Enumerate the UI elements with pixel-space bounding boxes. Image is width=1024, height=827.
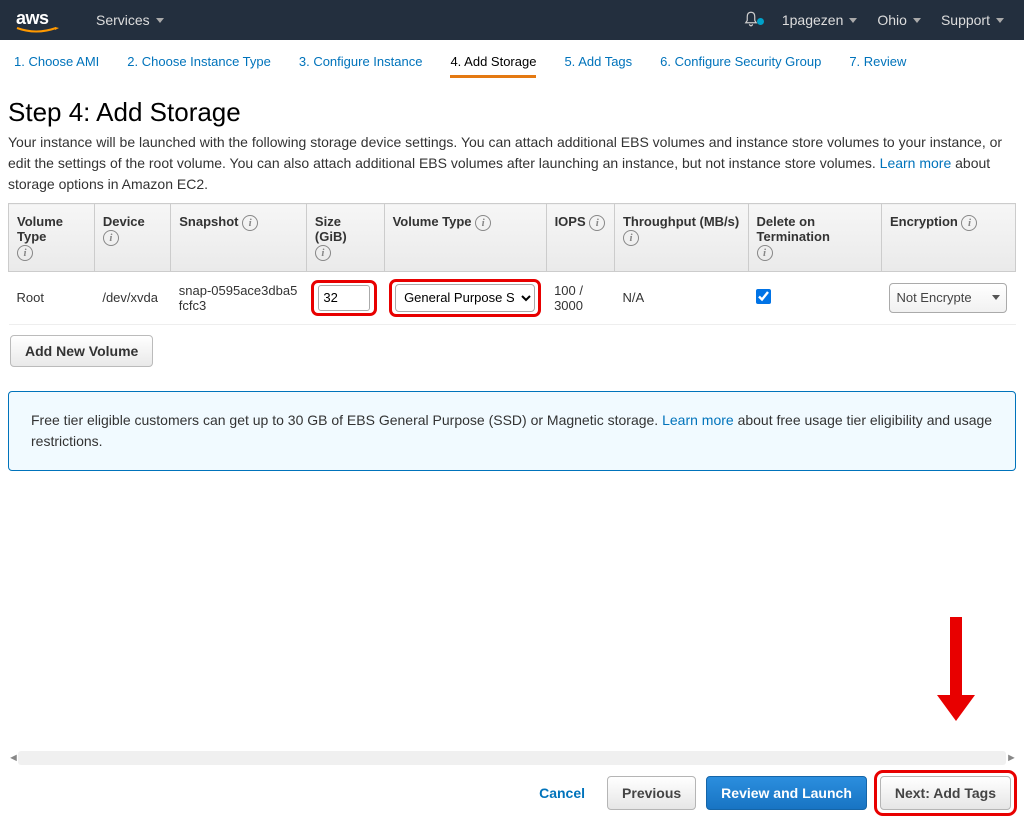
info-icon[interactable]: i: [475, 215, 491, 231]
previous-button[interactable]: Previous: [607, 776, 696, 810]
account-label: 1pagezen: [782, 12, 844, 28]
info-icon[interactable]: i: [103, 230, 119, 246]
wizard-step-5[interactable]: 5. Add Tags: [564, 54, 632, 78]
caret-down-icon: [913, 18, 921, 23]
cell-voltype: Root: [9, 271, 95, 324]
col-volume-type: Volume Typei: [9, 204, 95, 272]
notifications-button[interactable]: [730, 10, 772, 31]
caret-down-icon: [996, 18, 1004, 23]
caret-down-icon: [992, 295, 1000, 300]
wizard-step-6[interactable]: 6. Configure Security Group: [660, 54, 821, 78]
cell-size: [306, 271, 384, 324]
page-title: Step 4: Add Storage: [8, 97, 1016, 128]
region-menu[interactable]: Ohio: [867, 0, 931, 40]
info-icon[interactable]: i: [623, 230, 639, 246]
page-content: Step 4: Add Storage Your instance will b…: [0, 79, 1024, 471]
col-iops: IOPS i: [546, 204, 614, 272]
volume-type-select[interactable]: General Purpose S: [395, 284, 535, 312]
col-size: Size (GiB)i: [306, 204, 384, 272]
cell-snapshot: snap-0595ace3dba5fcfc3: [171, 271, 307, 324]
cell-encryption: Not Encrypte: [881, 271, 1015, 324]
wizard-step-2[interactable]: 2. Choose Instance Type: [127, 54, 271, 78]
support-menu[interactable]: Support: [931, 0, 1014, 40]
info-icon[interactable]: i: [757, 245, 773, 261]
storage-table: Volume Typei Device i Snapshot i Size (G…: [8, 203, 1016, 325]
next-add-tags-button[interactable]: Next: Add Tags: [880, 776, 1011, 810]
scroll-right-icon[interactable]: ►: [1006, 752, 1016, 764]
notification-dot-icon: [757, 18, 764, 25]
delete-on-termination-checkbox[interactable]: [756, 289, 771, 304]
page-description: Your instance will be launched with the …: [8, 132, 1016, 195]
col-device: Device i: [94, 204, 170, 272]
wizard-step-4-active[interactable]: 4. Add Storage: [450, 54, 536, 78]
top-nav: aws Services 1pagezen Ohio Support: [0, 0, 1024, 40]
annotation-arrow-icon: [944, 617, 968, 727]
account-menu[interactable]: 1pagezen: [772, 0, 868, 40]
services-label: Services: [96, 12, 150, 28]
wizard-steps: 1. Choose AMI 2. Choose Instance Type 3.…: [0, 40, 1024, 79]
aws-logo[interactable]: aws: [10, 8, 60, 33]
encryption-select[interactable]: Not Encrypte: [889, 283, 1007, 313]
scroll-left-icon[interactable]: ◄: [8, 752, 18, 764]
col-encryption: Encryption i: [881, 204, 1015, 272]
col-voltype2: Volume Type i: [384, 204, 546, 272]
col-throughput: Throughput (MB/s) i: [614, 204, 748, 272]
col-snapshot: Snapshot i: [171, 204, 307, 272]
review-and-launch-button[interactable]: Review and Launch: [706, 776, 867, 810]
horizontal-scrollbar[interactable]: ◄ ►: [8, 749, 1016, 767]
learn-more-link[interactable]: Learn more: [880, 155, 952, 171]
cell-delete: [748, 271, 881, 324]
free-tier-notice: Free tier eligible customers can get up …: [8, 391, 1016, 471]
cell-device: /dev/xvda: [94, 271, 170, 324]
col-delete: Delete on Terminationi: [748, 204, 881, 272]
desc-text-a: Your instance will be launched with the …: [8, 134, 1002, 171]
wizard-step-7[interactable]: 7. Review: [849, 54, 906, 78]
info-icon[interactable]: i: [961, 215, 977, 231]
support-label: Support: [941, 12, 990, 28]
next-button-highlight: Next: Add Tags: [877, 773, 1014, 813]
voltype-highlight: General Purpose S: [392, 282, 538, 314]
info-icon[interactable]: i: [242, 215, 258, 231]
aws-logo-text: aws: [16, 8, 49, 28]
region-label: Ohio: [877, 12, 907, 28]
size-input[interactable]: [318, 285, 370, 311]
wizard-step-3[interactable]: 3. Configure Instance: [299, 54, 423, 78]
caret-down-icon: [849, 18, 857, 23]
info-icon[interactable]: i: [589, 215, 605, 231]
notice-learn-more-link[interactable]: Learn more: [662, 412, 734, 428]
cancel-button[interactable]: Cancel: [527, 777, 597, 809]
table-row: Root /dev/xvda snap-0595ace3dba5fcfc3 Ge…: [9, 271, 1016, 324]
info-icon[interactable]: i: [315, 245, 331, 261]
caret-down-icon: [156, 18, 164, 23]
notice-text-a: Free tier eligible customers can get up …: [31, 412, 662, 428]
cell-voltype2: General Purpose S: [384, 271, 546, 324]
services-menu[interactable]: Services: [86, 0, 174, 40]
scroll-track[interactable]: [18, 751, 1006, 765]
cell-throughput: N/A: [614, 271, 748, 324]
size-highlight: [314, 283, 374, 313]
footer-actions: Cancel Previous Review and Launch Next: …: [0, 773, 1024, 813]
wizard-step-1[interactable]: 1. Choose AMI: [14, 54, 99, 78]
cell-iops: 100 / 3000: [546, 271, 614, 324]
info-icon[interactable]: i: [17, 245, 33, 261]
encryption-value: Not Encrypte: [896, 290, 971, 305]
add-new-volume-button[interactable]: Add New Volume: [10, 335, 153, 367]
